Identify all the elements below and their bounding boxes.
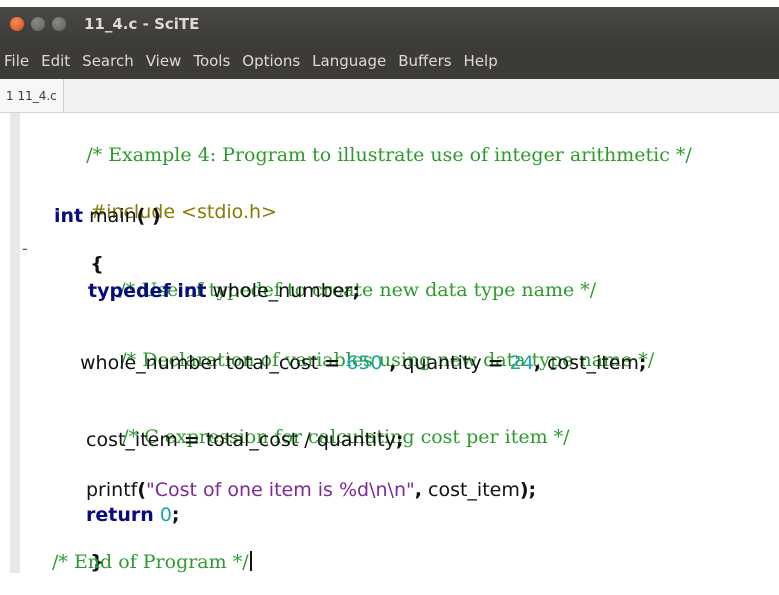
code-line-6: typedef int whole_number; bbox=[88, 280, 360, 302]
menu-buffers[interactable]: Buffers bbox=[398, 52, 451, 70]
string-token: "Cost of one item is %d\n\n" bbox=[146, 479, 415, 501]
code-editor[interactable]: - /* Example 4: Program to illustrate us… bbox=[0, 113, 779, 573]
window-title: 11_4.c - SciTE bbox=[84, 15, 200, 33]
comma-token: , bbox=[414, 479, 422, 501]
comment-token: /* Example 4: Program to illustrate use … bbox=[86, 144, 692, 166]
title-bar[interactable]: 11_4.c - SciTE bbox=[0, 7, 779, 42]
operator-token: = bbox=[183, 429, 200, 451]
menu-edit[interactable]: Edit bbox=[41, 52, 70, 70]
comma-token: , bbox=[382, 352, 397, 374]
tab-bar: 1 11_4.c bbox=[0, 79, 779, 113]
operator-token: = bbox=[487, 352, 504, 374]
comment-token: /* End of Program */ bbox=[52, 551, 249, 573]
menu-bar: File Edit Search View Tools Options Lang… bbox=[0, 42, 779, 79]
keyword-token: return bbox=[86, 504, 154, 526]
code-line-14: /* End of Program */ bbox=[52, 551, 252, 573]
code-line-12: return 0; bbox=[86, 504, 180, 526]
identifier-token: whole_number bbox=[206, 280, 353, 302]
code-line-8: whole_number total_cost = 650 , quantity… bbox=[80, 352, 647, 374]
operator-token: = bbox=[324, 352, 341, 374]
identifier-token: main bbox=[83, 205, 137, 227]
paren-token: ); bbox=[519, 479, 537, 501]
text-caret bbox=[249, 551, 252, 571]
menu-tools[interactable]: Tools bbox=[193, 52, 230, 70]
menu-search[interactable]: Search bbox=[82, 52, 134, 70]
keyword-token: int bbox=[54, 205, 84, 227]
scite-window: 11_4.c - SciTE File Edit Search View Too… bbox=[0, 7, 779, 573]
menu-language[interactable]: Language bbox=[312, 52, 386, 70]
paren-token: ( bbox=[137, 479, 147, 501]
code-line-3: int main( ) bbox=[54, 205, 161, 227]
identifier-token: whole_number total_cost bbox=[80, 352, 325, 374]
editor-margin bbox=[10, 113, 20, 573]
number-token: 24 bbox=[509, 352, 534, 374]
identifier-token: cost_item bbox=[86, 429, 184, 451]
menu-help[interactable]: Help bbox=[464, 52, 498, 70]
semicolon-token: ; bbox=[395, 429, 404, 451]
semicolon-token: ; bbox=[638, 352, 647, 374]
operator-token: ( ) bbox=[136, 205, 161, 227]
comma-token: , bbox=[533, 352, 542, 374]
identifier-token: cost_item bbox=[541, 352, 639, 374]
code-line-10: cost_item = total_cost / quantity; bbox=[86, 429, 404, 451]
identifier-token: cost_item bbox=[421, 479, 520, 501]
fold-marker[interactable]: - bbox=[22, 239, 28, 258]
menu-options[interactable]: Options bbox=[242, 52, 300, 70]
number-token: 0 bbox=[159, 504, 172, 526]
function-token: printf bbox=[86, 479, 138, 501]
menu-file[interactable]: File bbox=[4, 52, 29, 70]
menu-view[interactable]: View bbox=[146, 52, 182, 70]
identifier-token: quantity bbox=[396, 352, 488, 374]
page-top-strip bbox=[0, 0, 779, 7]
close-window-button[interactable] bbox=[10, 17, 24, 31]
number-token: 650 bbox=[346, 352, 383, 374]
maximize-window-button[interactable] bbox=[52, 17, 66, 31]
code-line-11: printf("Cost of one item is %d\n\n", cos… bbox=[86, 479, 536, 501]
semicolon-token: ; bbox=[171, 504, 180, 526]
tab-file[interactable]: 1 11_4.c bbox=[0, 79, 64, 112]
identifier-token: total_cost / quantity bbox=[199, 429, 396, 451]
keyword-token: typedef int bbox=[88, 280, 207, 302]
semicolon-token: ; bbox=[352, 280, 360, 302]
minimize-window-button[interactable] bbox=[31, 17, 45, 31]
